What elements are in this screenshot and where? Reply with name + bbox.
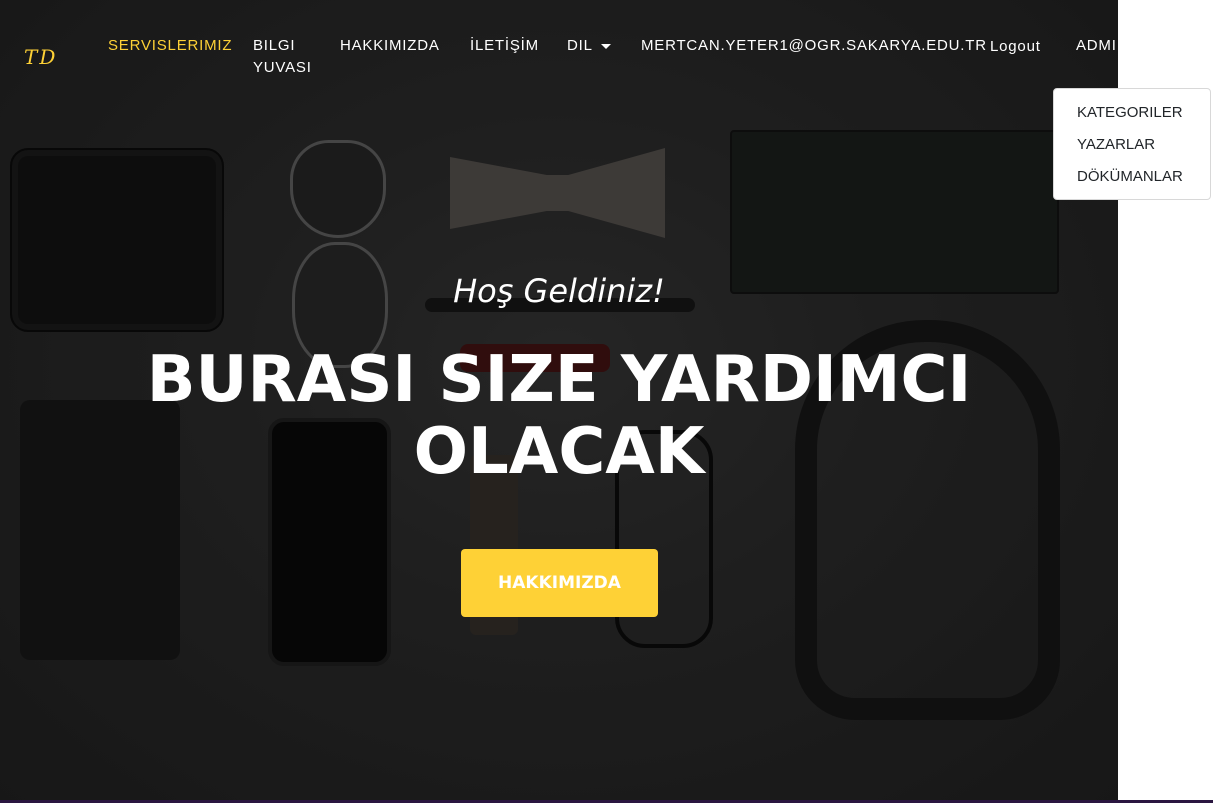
caret-down-icon — [600, 43, 611, 49]
main-navbar: TD SERVISLERIMIZ BILGI YUVASI HAKKIMIZDA… — [0, 0, 1118, 90]
dropdown-item-documents[interactable]: DÖKÜMANLAR — [1077, 168, 1183, 185]
notebook-image — [730, 130, 1059, 294]
nav-language-label: DIL — [567, 37, 593, 54]
hero-welcome-text: Hoş Geldiniz! — [453, 272, 665, 310]
nav-contact[interactable]: İLETİŞİM — [470, 35, 539, 57]
bowtie-image — [450, 148, 665, 238]
nav-about[interactable]: HAKKIMIZDA — [340, 35, 440, 57]
nav-services[interactable]: SERVISLERIMIZ — [108, 35, 232, 57]
about-button[interactable]: HAKKIMIZDA — [461, 549, 658, 617]
brand-logo[interactable]: TD — [24, 45, 57, 69]
nav-admin[interactable]: ADMI — [1076, 35, 1118, 57]
dropdown-item-categories[interactable]: KATEGORILER — [1077, 104, 1183, 121]
nav-logout[interactable]: Logout — [990, 36, 1041, 58]
nav-knowledge[interactable]: BILGI YUVASI — [253, 35, 323, 79]
nav-language-dropdown[interactable]: DIL — [567, 35, 611, 57]
nav-user-email[interactable]: MERTCAN.YETER1@OGR.SAKARYA.EDU.TR — [641, 35, 987, 57]
sunglasses-image — [290, 140, 386, 238]
dropdown-item-authors[interactable]: YAZARLAR — [1077, 136, 1155, 153]
hero-heading: BURASI SIZE YARDIMCI OLACAK — [146, 343, 972, 489]
admin-dropdown-menu: KATEGORILER YAZARLAR DÖKÜMANLAR — [1053, 88, 1211, 200]
